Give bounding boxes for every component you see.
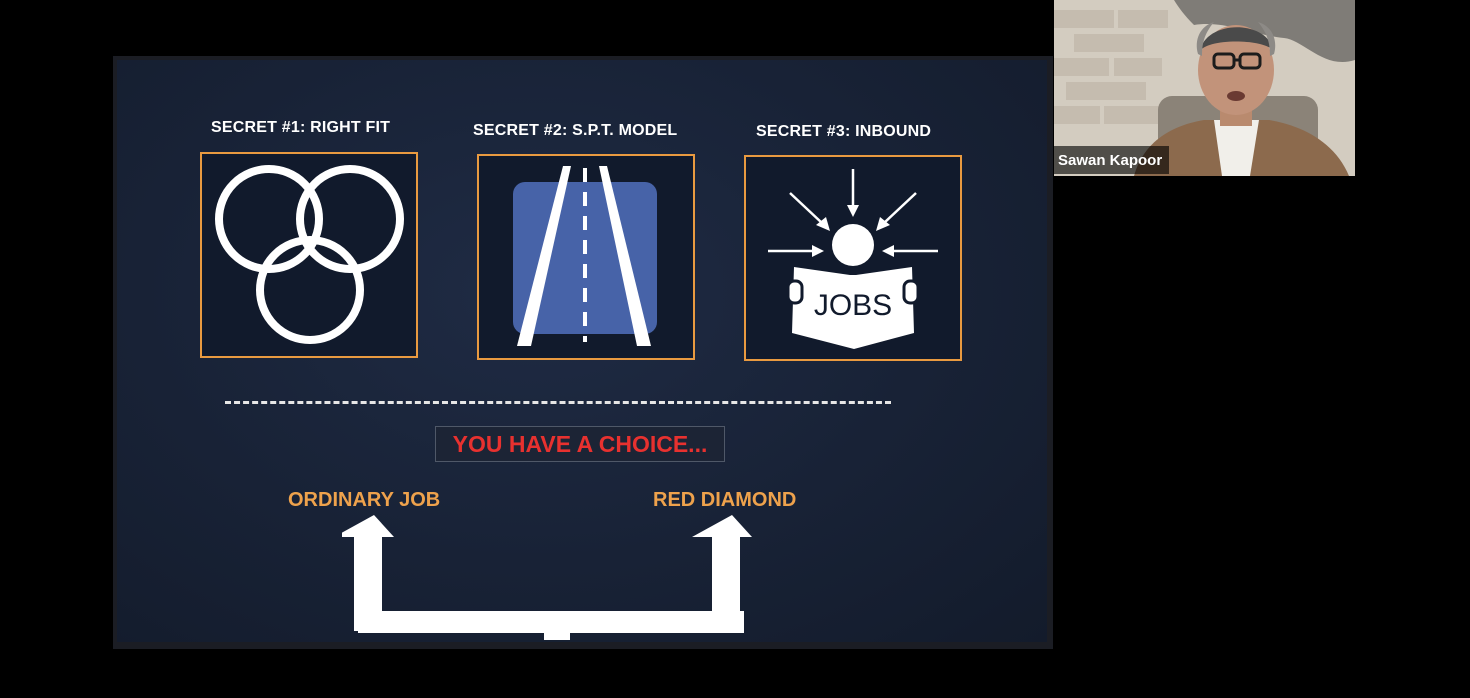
choice-text: YOU HAVE A CHOICE... <box>452 430 708 457</box>
section-divider <box>225 401 891 404</box>
road-icon <box>513 166 657 346</box>
secret-3-title: SECRET #3: INBOUND <box>756 123 932 140</box>
secret-2-title: SECRET #2: S.P.T. MODEL <box>473 122 678 139</box>
participant-name-tag: Sawan Kapoor <box>1054 146 1170 174</box>
participant-video-tile[interactable]: Sawan Kapoor <box>1054 0 1355 176</box>
secret-1-box <box>200 152 418 358</box>
fork-arrows-icon <box>342 515 752 640</box>
secret-2-box <box>477 154 695 360</box>
secret-3-box: JOBS <box>744 155 962 361</box>
participant-name: Sawan Kapoor <box>1058 151 1163 169</box>
jobs-icon-text: JOBS <box>814 289 892 322</box>
person-reading-jobs-icon: JOBS <box>768 169 938 349</box>
option-right-label: RED DIAMOND <box>653 489 797 511</box>
secret-1-title: SECRET #1: RIGHT FIT <box>211 119 391 136</box>
option-left-label: ORDINARY JOB <box>288 489 441 511</box>
presentation-slide: SECRET #1: RIGHT FIT SECRET #2: S.P.T. M… <box>117 60 1047 642</box>
three-rings-icon <box>215 165 404 344</box>
choice-banner: YOU HAVE A CHOICE... <box>435 426 725 462</box>
